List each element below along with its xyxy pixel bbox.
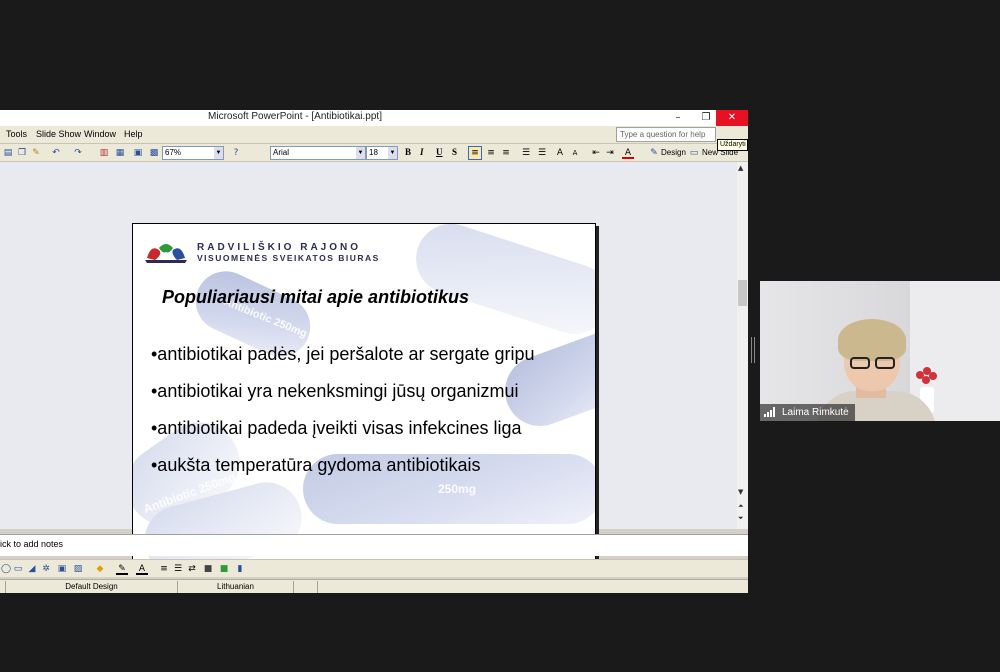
powerpoint-window: Microsoft PowerPoint - [Antibiotikai.ppt… <box>0 110 748 593</box>
new-slide-icon: ▭ <box>689 148 699 158</box>
previous-slide-icon[interactable]: ⏶ <box>738 502 744 511</box>
status-design: Default Design <box>6 581 178 593</box>
participant-glasses <box>848 357 898 369</box>
font-size-value: 18 <box>369 148 378 157</box>
oval-icon[interactable]: ◯ <box>0 563 12 575</box>
menu-slide-show[interactable]: Slide Show <box>36 129 81 139</box>
picture-icon[interactable]: ▨ <box>72 563 84 575</box>
font-select[interactable]: Arial ▼ <box>270 146 366 160</box>
line-style-icon[interactable]: ≡ <box>158 563 170 575</box>
font-size-select[interactable]: 18 ▼ <box>366 146 398 160</box>
minimize-button[interactable]: – <box>664 110 692 126</box>
slide-title[interactable]: Populiariausi mitai apie antibiotikus <box>162 287 469 308</box>
status-bar: Default Design Lithuanian <box>0 579 748 593</box>
slide-bullet[interactable]: •antibiotikai padės, jei peršalote ar se… <box>151 344 535 365</box>
status-spelling <box>294 581 318 593</box>
shadow-button[interactable]: S <box>452 147 457 157</box>
decrease-font-icon[interactable]: A <box>569 147 581 159</box>
arrow-style-icon[interactable]: ⇄ <box>186 563 198 575</box>
paste-icon[interactable]: ▤ <box>2 147 14 159</box>
bullets-icon[interactable]: ☰ <box>536 147 548 159</box>
close-tooltip: Uždaryti <box>717 139 748 151</box>
italic-button[interactable]: I <box>420 147 424 157</box>
pill-image <box>407 224 595 344</box>
wordart-icon[interactable]: ◢ <box>26 563 38 575</box>
slide-bullet[interactable]: •antibiotikai padeda įveikti visas infek… <box>151 418 522 439</box>
font-value: Arial <box>273 148 290 157</box>
menu-help[interactable]: Help <box>124 129 143 139</box>
align-right-icon[interactable]: ≡ <box>500 147 512 159</box>
copy-icon[interactable]: ❐ <box>16 147 28 159</box>
scrollbar-thumb[interactable] <box>738 280 747 306</box>
slide-bullet[interactable]: •aukšta temperatūra gydoma antibiotikais <box>151 455 480 476</box>
design-button[interactable]: Design <box>661 148 686 157</box>
standard-toolbar: ▤ ❐ ✎ ↶ ↷ ▥ ▦ ▣ ▩ 67% ▼ ? Arial ▼ 18 ▼ B I … <box>0 144 748 162</box>
participant-hair <box>838 319 906 361</box>
redo-icon[interactable]: ↷ <box>72 147 84 159</box>
textbox-icon[interactable]: ▭ <box>12 563 24 575</box>
help-icon[interactable]: ? <box>230 147 242 159</box>
organization-logo-icon <box>145 244 187 263</box>
line-color-icon[interactable]: ✎ <box>116 563 128 575</box>
3d-style-icon[interactable]: ■ <box>218 563 230 575</box>
close-button[interactable]: ✕ <box>716 110 748 126</box>
menu-window[interactable]: Window <box>84 129 116 139</box>
increase-indent-icon[interactable]: ⇥ <box>604 147 616 159</box>
format-painter-icon[interactable]: ✎ <box>30 147 42 159</box>
scroll-down-icon[interactable]: ▼ <box>738 488 743 496</box>
fill-color-icon[interactable]: ◆ <box>94 563 106 575</box>
participant-name-label: Laima Rimkutė <box>760 404 855 421</box>
vertical-scrollbar[interactable]: ▲ ▼ ⏶ ⏷ <box>737 162 748 529</box>
chevron-down-icon: ▼ <box>214 147 223 159</box>
flower-bouquet <box>916 367 938 387</box>
decrease-indent-icon[interactable]: ⇤ <box>590 147 602 159</box>
status-language[interactable]: Lithuanian <box>178 581 294 593</box>
signal-strength-icon <box>764 407 778 418</box>
slide-editing-area: Antibiotic 250mg Antibiotic 250mg Antibi… <box>0 162 737 571</box>
logo-text-line2: VISUOMENĖS SVEIKATOS BIURAS <box>197 253 380 263</box>
notes-placeholder: ick to add notes <box>0 539 64 549</box>
notes-pane[interactable]: ick to add notes <box>0 534 748 556</box>
underline-button[interactable]: U <box>436 147 443 157</box>
chart-icon[interactable]: ▥ <box>98 147 110 159</box>
window-title: Microsoft PowerPoint - [Antibiotikai.ppt… <box>208 111 382 122</box>
zoom-select[interactable]: 67% ▼ <box>162 146 224 160</box>
bold-button[interactable]: B <box>405 147 411 157</box>
toolbar-options-icon[interactable]: ▮ <box>234 563 246 575</box>
insert-picture-icon[interactable]: ▣ <box>132 147 144 159</box>
menu-bar: Tools Slide Show Window Help Type a ques… <box>0 126 748 151</box>
diagram-icon[interactable]: ✲ <box>40 563 52 575</box>
design-icon: ✎ <box>650 148 658 158</box>
drawing-toolbar: ◯ ▭ ◢ ✲ ▣ ▨ ◆ ✎ A ≡ ☰ ⇄ ■ ■ ▮ <box>0 559 748 577</box>
pill-label: 250mg <box>438 482 477 496</box>
next-slide-icon[interactable]: ⏷ <box>738 514 744 523</box>
clipart-icon[interactable]: ▣ <box>56 563 68 575</box>
increase-font-icon[interactable]: A <box>554 147 566 159</box>
align-left-icon: ≡ <box>471 148 479 158</box>
dash-style-icon[interactable]: ☰ <box>172 563 184 575</box>
numbering-icon[interactable]: ☰ <box>520 147 532 159</box>
chevron-down-icon: ▼ <box>356 147 365 159</box>
menu-tools[interactable]: Tools <box>6 129 27 139</box>
logo-text-line1: RADVILIŠKIO RAJONO <box>197 242 362 253</box>
participant-video-tile[interactable]: Laima Rimkutė <box>760 281 1000 421</box>
scroll-up-icon[interactable]: ▲ <box>738 164 743 172</box>
table-icon[interactable]: ▦ <box>114 147 126 159</box>
show-grid-icon[interactable]: ▩ <box>148 147 160 159</box>
panel-splitter[interactable] <box>751 337 755 363</box>
title-bar[interactable]: Microsoft PowerPoint - [Antibiotikai.ppt… <box>0 110 748 126</box>
undo-icon[interactable]: ↶ <box>50 147 62 159</box>
slide-canvas[interactable]: Antibiotic 250mg Antibiotic 250mg Antibi… <box>132 223 596 571</box>
align-center-icon[interactable]: ≡ <box>485 147 497 159</box>
slide-bullet[interactable]: •antibiotikai yra nekenksmingi jūsų orga… <box>151 381 518 402</box>
participant-name: Laima Rimkutė <box>782 407 849 418</box>
shadow-style-icon[interactable]: ■ <box>202 563 214 575</box>
chevron-down-icon: ▼ <box>388 147 397 159</box>
font-color-icon[interactable]: A <box>622 147 634 159</box>
zoom-value: 67% <box>165 148 182 157</box>
help-search-input[interactable]: Type a question for help <box>616 127 716 142</box>
font-color-icon[interactable]: A <box>136 563 148 575</box>
